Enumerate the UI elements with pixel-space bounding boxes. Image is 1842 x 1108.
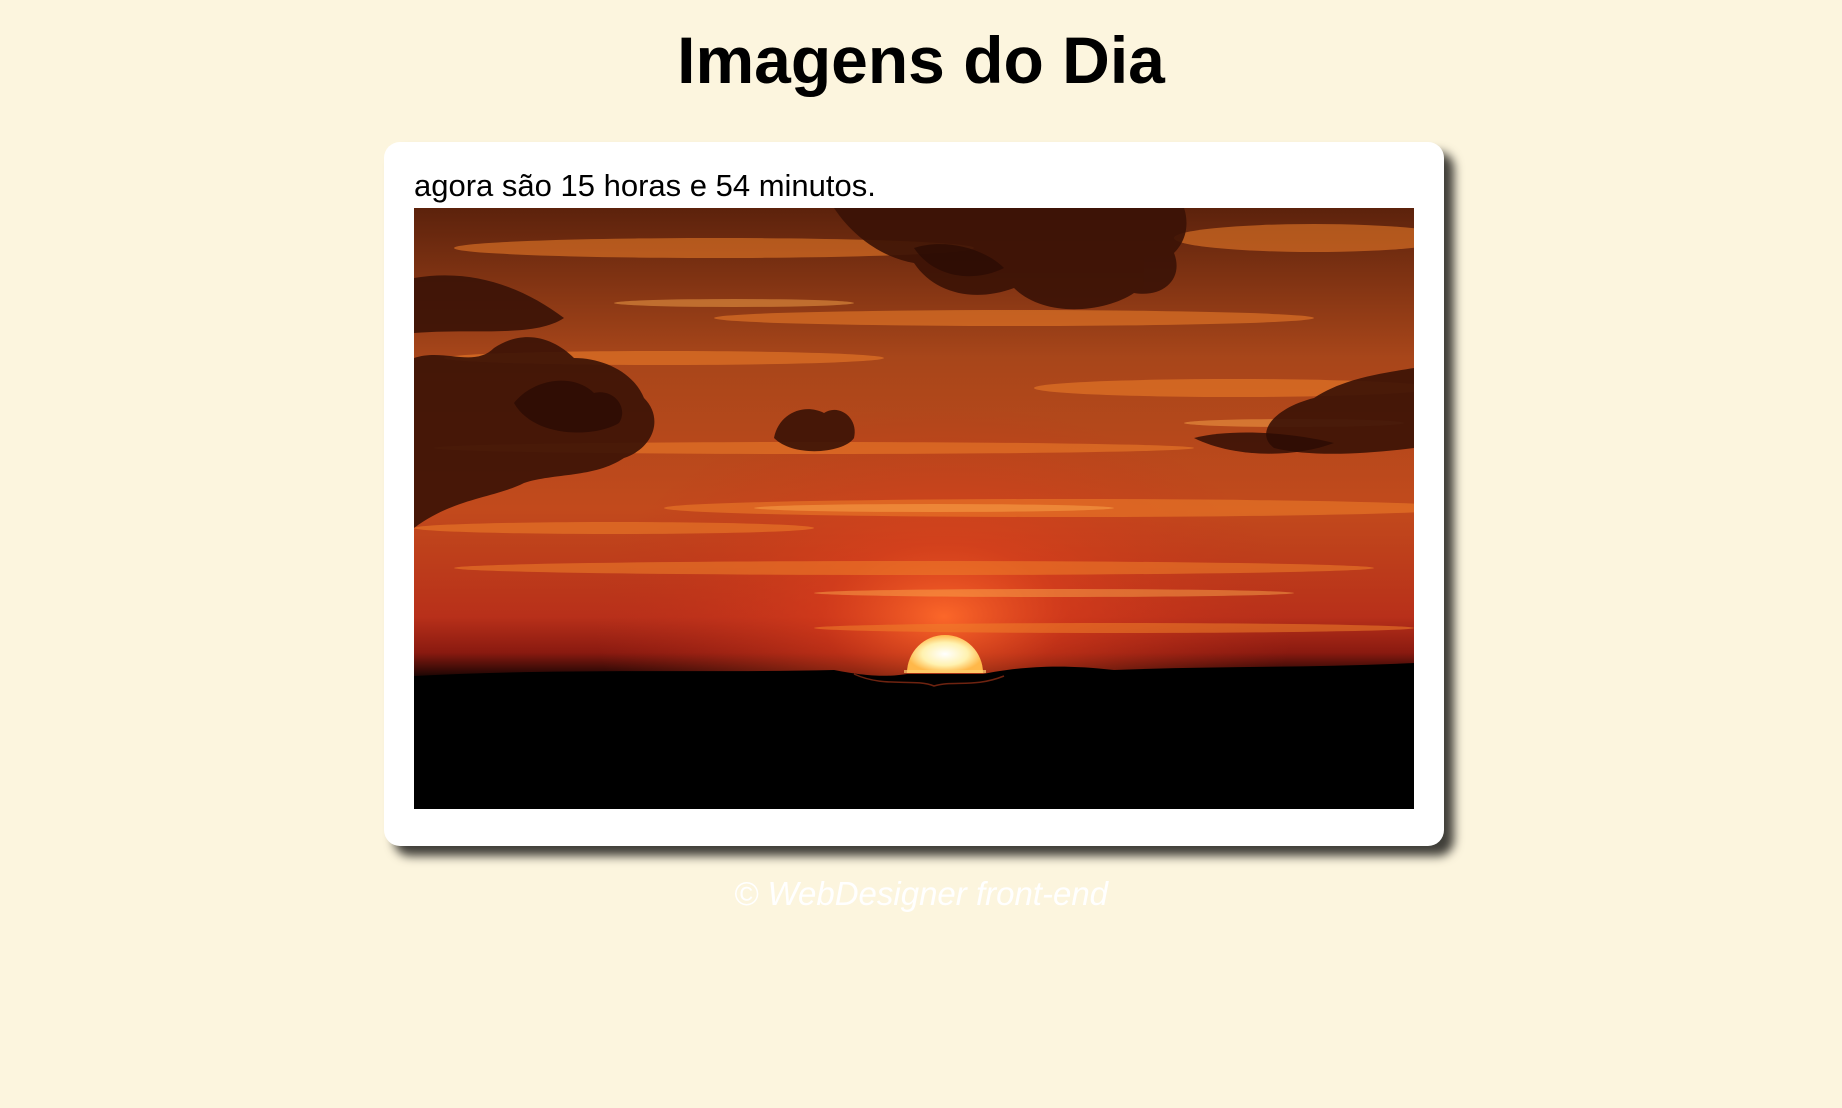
sunset-image-drawing	[414, 208, 1414, 809]
current-time-text: agora são 15 horas e 54 minutos.	[414, 168, 876, 203]
footer-credit: © WebDesigner front-end	[733, 875, 1109, 912]
page-title: Imagens do Dia	[677, 23, 1165, 97]
sunset-image	[414, 208, 1414, 809]
image-card: agora são 15 horas e 54 minutos.	[384, 142, 1444, 846]
